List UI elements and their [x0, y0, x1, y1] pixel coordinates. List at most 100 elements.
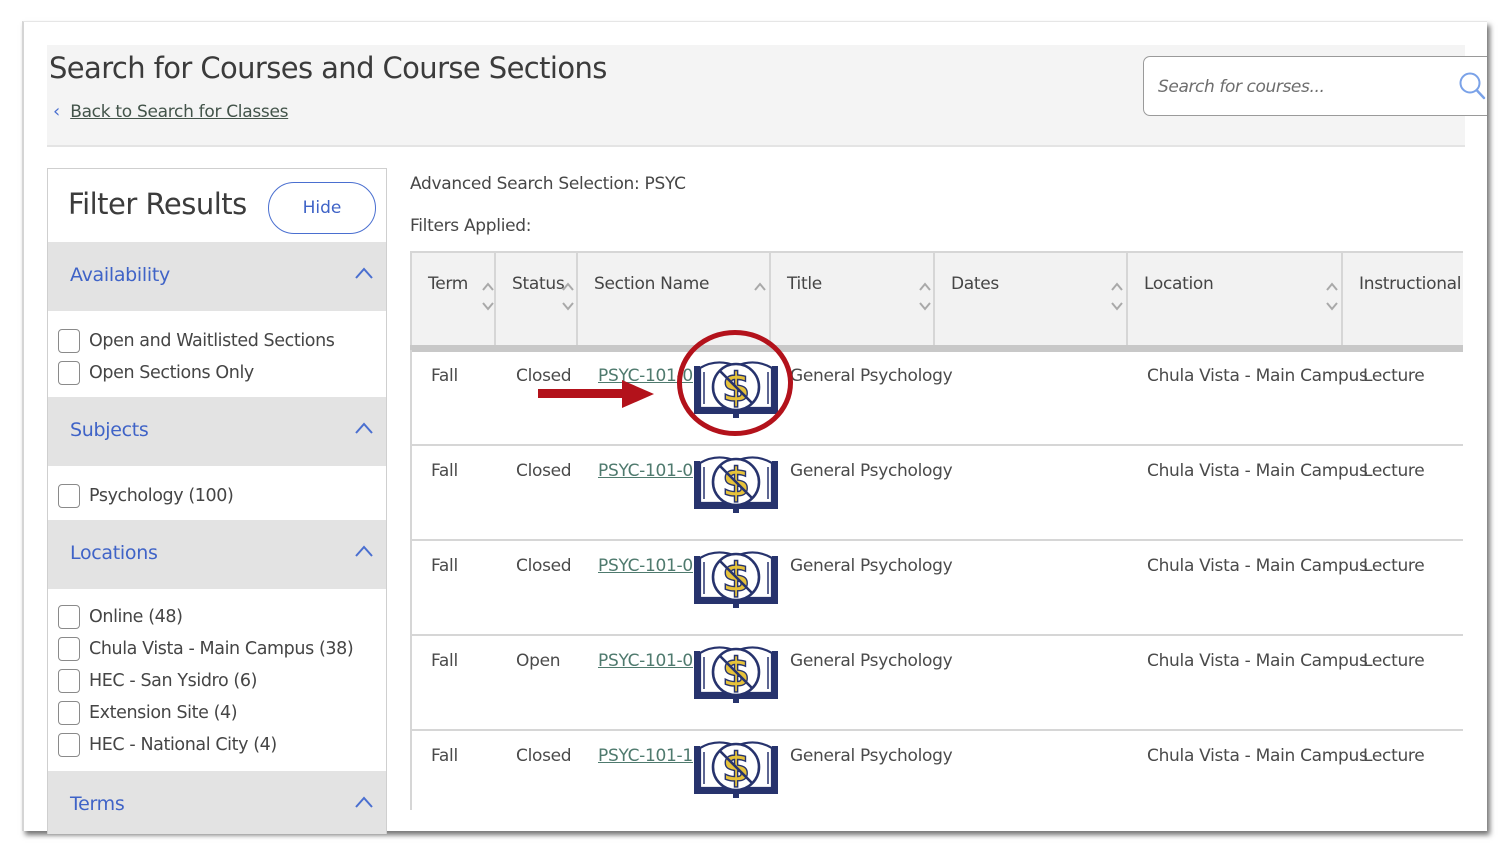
filter-option[interactable]: Open and Waitlisted Sections	[58, 325, 386, 357]
column-header-instructional-method[interactable]: Instructional M	[1341, 253, 1463, 345]
section-name-link[interactable]: PSYC-101-02	[598, 461, 704, 481]
option-label: HEC - National City (4)	[89, 735, 277, 755]
zero-textbook-cost-icon: $	[693, 736, 779, 800]
column-label: Section Name	[594, 274, 710, 294]
subjects-options: Psychology (100)	[48, 466, 386, 520]
term-cell: Fall	[431, 461, 458, 481]
filter-section-terms[interactable]: Terms	[48, 771, 386, 834]
column-header-term[interactable]: Term	[410, 253, 496, 345]
checkbox[interactable]	[58, 361, 80, 385]
instructional-method-cell: Lecture	[1363, 461, 1425, 481]
status-cell: Closed	[516, 556, 572, 576]
section-name-link[interactable]: PSYC-101-15	[598, 746, 704, 766]
section-label: Availability	[70, 264, 170, 286]
page-title: Search for Courses and Course Sections	[49, 51, 607, 85]
column-header-dates[interactable]: Dates	[933, 253, 1128, 345]
chevron-up-icon[interactable]	[354, 544, 374, 558]
status-cell: Closed	[516, 746, 572, 766]
filter-section-subjects[interactable]: Subjects	[48, 397, 386, 466]
option-label: Online (48)	[89, 607, 183, 627]
option-label: Psychology (100)	[89, 486, 234, 506]
title-cell: General Psychology	[790, 461, 953, 481]
filter-option[interactable]: Psychology (100)	[58, 480, 386, 512]
filter-option[interactable]: Online (48)	[58, 601, 386, 633]
status-cell: Closed	[516, 461, 572, 481]
table-row: Fall Closed PSYC-101-15 $ General Psycho…	[410, 730, 1463, 810]
term-cell: Fall	[431, 366, 458, 386]
instructional-method-cell: Lecture	[1363, 746, 1425, 766]
back-to-search-link[interactable]: ‹ Back to Search for Classes	[53, 101, 288, 122]
checkbox[interactable]	[58, 669, 80, 693]
column-label: Status	[512, 274, 565, 294]
zero-textbook-cost-icon: $	[693, 451, 779, 515]
instructional-method-cell: Lecture	[1363, 651, 1425, 671]
instructional-method-cell: Lecture	[1363, 366, 1425, 386]
table-row: Fall Open PSYC-101-04 $ General Psycholo…	[410, 635, 1463, 731]
column-header-location[interactable]: Location	[1126, 253, 1343, 345]
sort-icon[interactable]	[482, 281, 494, 313]
page-header: Search for Courses and Course Sections ‹…	[47, 45, 1487, 147]
option-label: Open and Waitlisted Sections	[89, 331, 335, 351]
sort-icon[interactable]	[754, 281, 766, 313]
chevron-left-icon: ‹	[53, 101, 61, 122]
checkbox[interactable]	[58, 701, 80, 725]
hide-filters-button[interactable]: Hide	[268, 182, 376, 234]
term-cell: Fall	[431, 651, 458, 671]
filter-section-availability[interactable]: Availability	[48, 242, 386, 311]
checkbox[interactable]	[58, 637, 80, 661]
back-link-label[interactable]: Back to Search for Classes	[70, 102, 288, 122]
chevron-up-icon[interactable]	[354, 266, 374, 280]
sort-icon[interactable]	[1326, 281, 1338, 313]
checkbox[interactable]	[58, 733, 80, 757]
advanced-search-selection: Advanced Search Selection: PSYC	[410, 174, 686, 194]
filter-option[interactable]: Chula Vista - Main Campus (38)	[58, 633, 386, 665]
column-label: Term	[428, 274, 469, 294]
zero-textbook-cost-icon: $	[693, 641, 779, 705]
checkbox[interactable]	[58, 329, 80, 353]
filter-section-locations[interactable]: Locations	[48, 520, 386, 589]
checkbox[interactable]	[58, 605, 80, 629]
column-header-status[interactable]: Status	[494, 253, 578, 345]
status-cell: Open	[516, 651, 561, 671]
term-cell: Fall	[431, 746, 458, 766]
annotation-arrow-icon	[538, 380, 654, 408]
option-label: Extension Site (4)	[89, 703, 238, 723]
filter-option[interactable]: HEC - San Ysidro (6)	[58, 665, 386, 697]
column-header-title[interactable]: Title	[769, 253, 935, 345]
section-name-link[interactable]: PSYC-101-04	[598, 651, 704, 671]
instructional-method-cell: Lecture	[1363, 556, 1425, 576]
table-row: Fall Closed PSYC-101-03 $ General Psycho…	[410, 540, 1463, 636]
term-cell: Fall	[431, 556, 458, 576]
option-label: Open Sections Only	[89, 363, 254, 383]
table-row: Fall Closed PSYC-101-02 $ General Psycho…	[410, 445, 1463, 541]
table-header: Term Status Section Name Title Dates Loc…	[410, 251, 1463, 352]
location-cell: Chula Vista - Main Campus	[1147, 461, 1368, 481]
filter-option[interactable]: Extension Site (4)	[58, 697, 386, 729]
location-cell: Chula Vista - Main Campus	[1147, 746, 1368, 766]
locations-options: Online (48) Chula Vista - Main Campus (3…	[48, 589, 386, 771]
checkbox[interactable]	[58, 484, 80, 508]
course-search-input[interactable]	[1156, 71, 1450, 103]
availability-options: Open and Waitlisted Sections Open Sectio…	[48, 311, 386, 397]
chevron-up-icon[interactable]	[354, 795, 374, 809]
chevron-up-icon[interactable]	[354, 421, 374, 435]
filter-option[interactable]: Open Sections Only	[58, 357, 386, 389]
title-cell: General Psychology	[790, 366, 953, 386]
location-cell: Chula Vista - Main Campus	[1147, 651, 1368, 671]
filter-panel: Filter Results Hide Availability Open an…	[47, 168, 387, 834]
sort-icon[interactable]	[562, 281, 574, 313]
results-table: Term Status Section Name Title Dates Loc…	[410, 251, 1463, 810]
sort-icon[interactable]	[919, 281, 931, 313]
filter-title: Filter Results	[68, 187, 247, 221]
section-name-link[interactable]: PSYC-101-03	[598, 556, 704, 576]
search-icon[interactable]	[1458, 71, 1486, 101]
sort-icon[interactable]	[1111, 281, 1123, 313]
course-search-box[interactable]	[1143, 56, 1487, 116]
annotation-circle	[677, 330, 793, 436]
title-cell: General Psychology	[790, 556, 953, 576]
column-label: Dates	[951, 274, 999, 294]
filter-option[interactable]: HEC - National City (4)	[58, 729, 386, 761]
option-label: HEC - San Ysidro (6)	[89, 671, 258, 691]
section-label: Subjects	[70, 419, 149, 441]
title-cell: General Psychology	[790, 746, 953, 766]
